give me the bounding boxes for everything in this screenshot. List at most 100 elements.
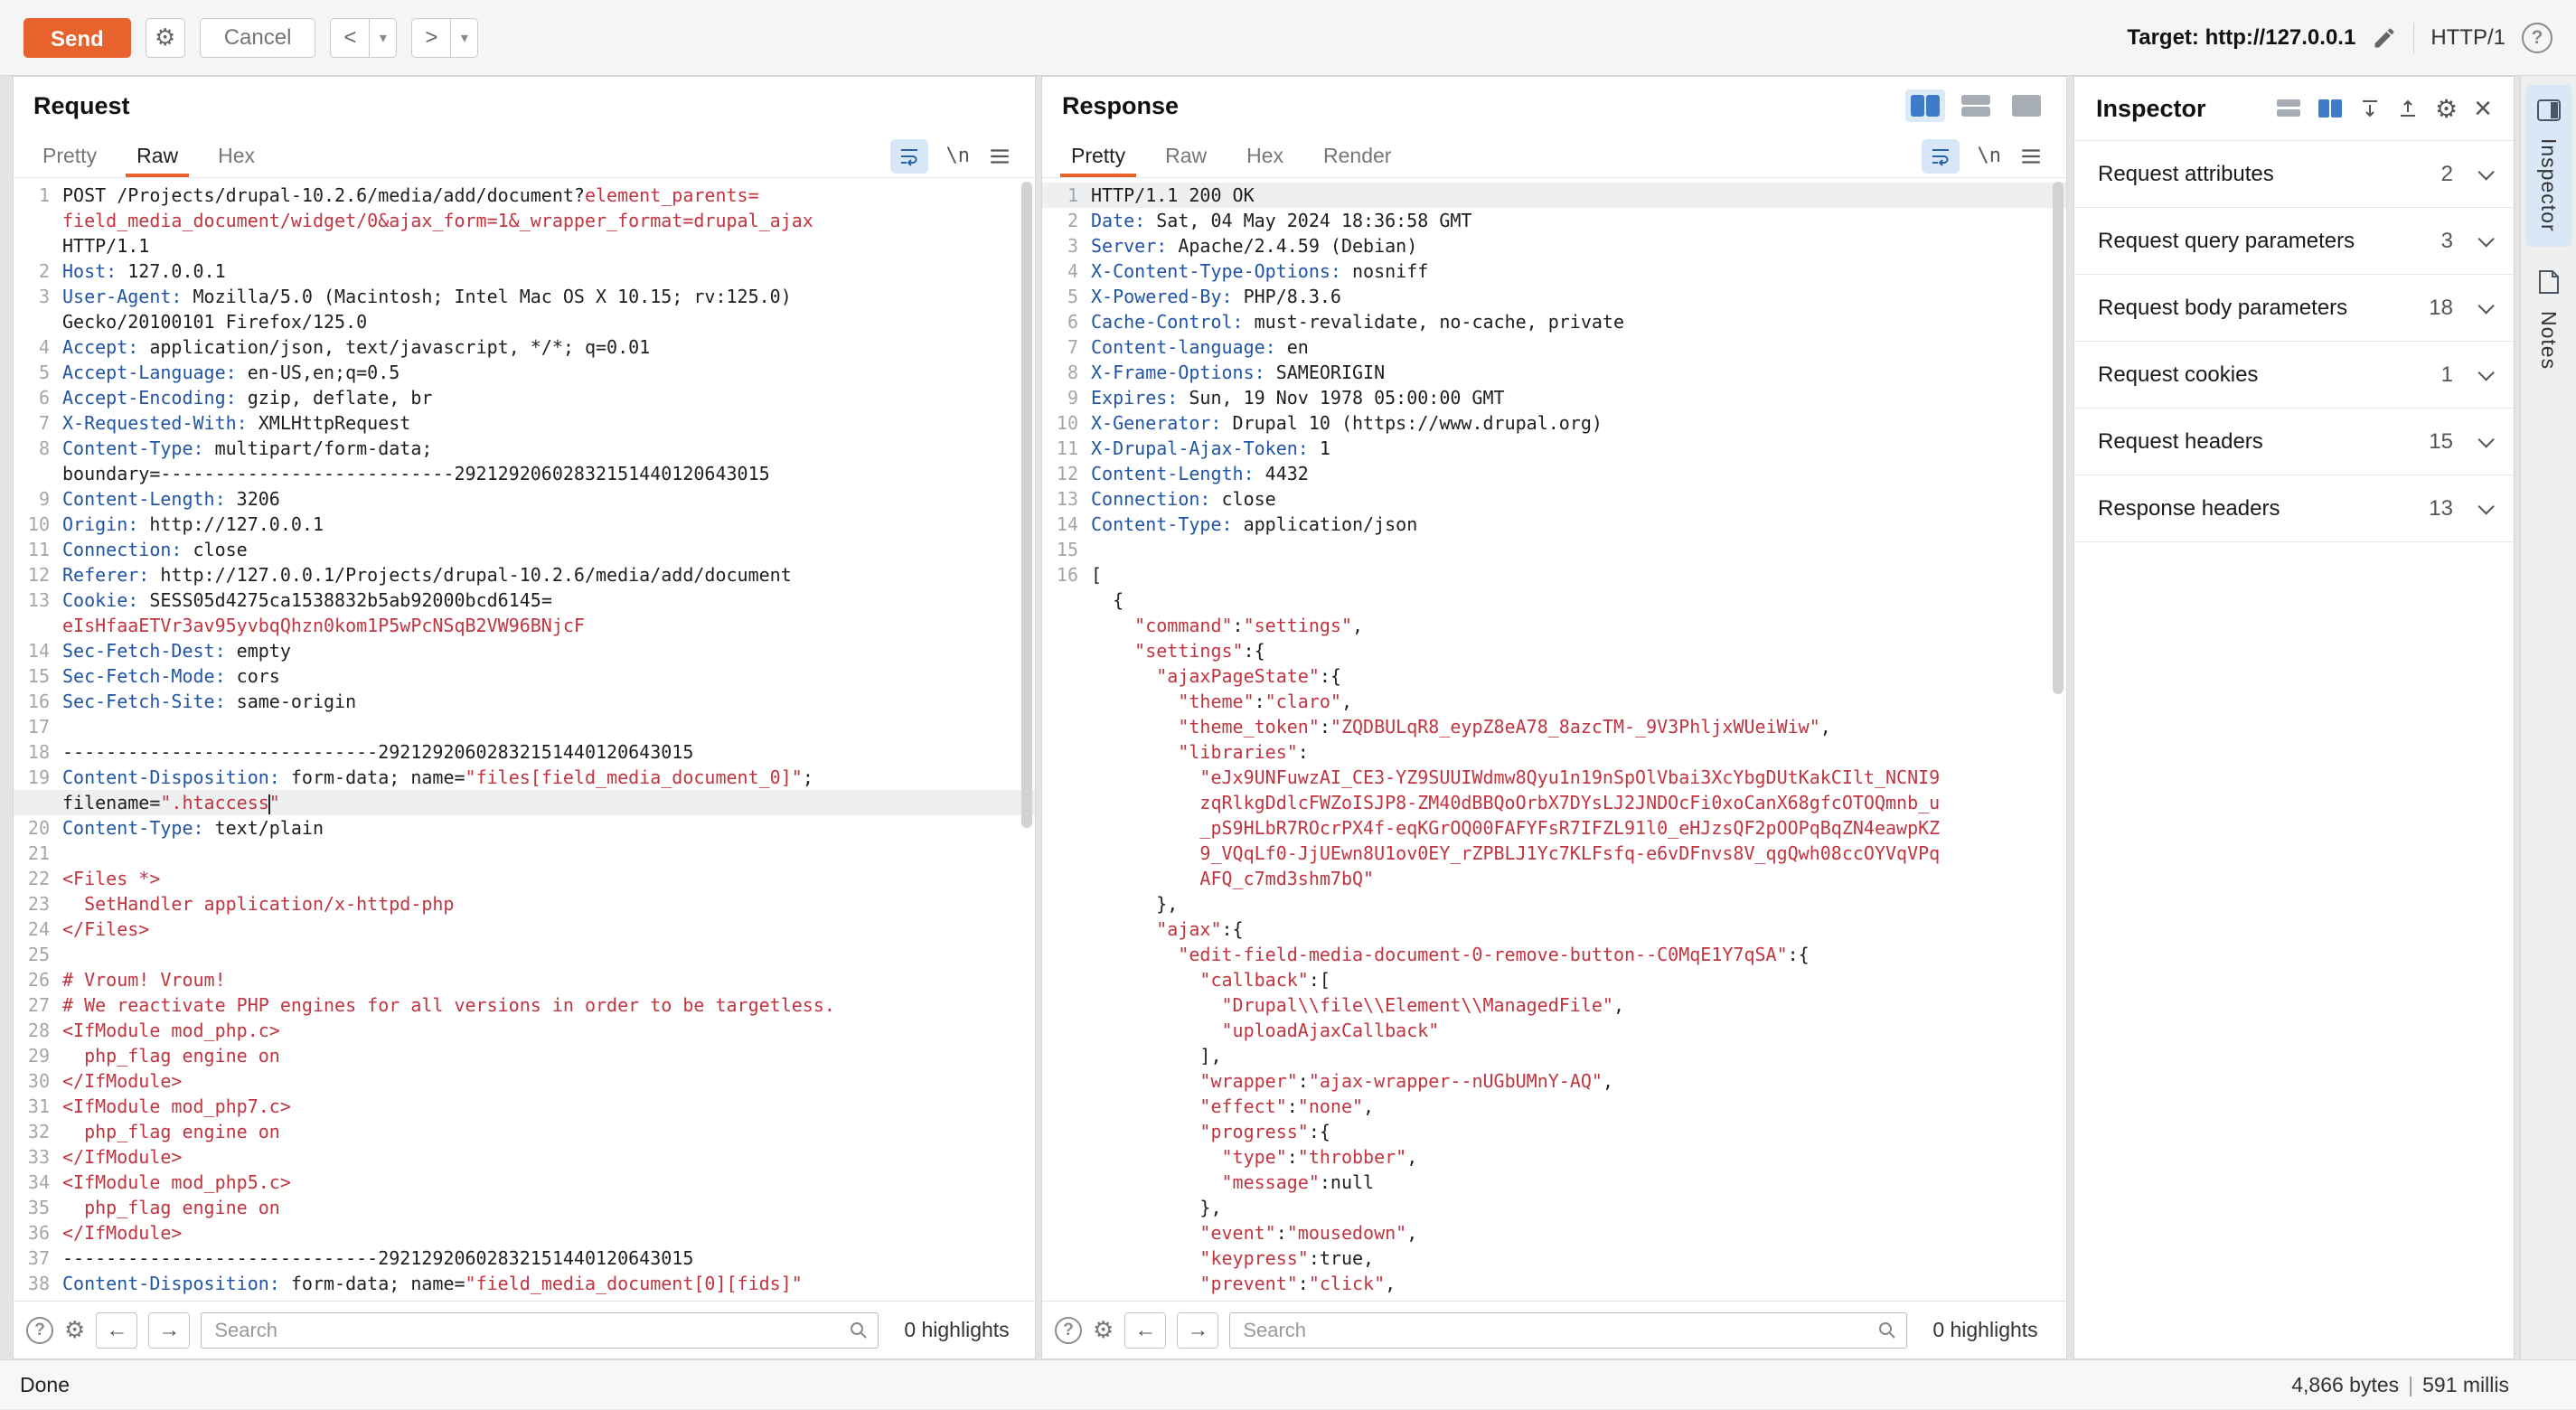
code-line: 13Cookie: SESS05d4275ca1538832b5ab92000b… [14, 588, 1035, 613]
response-tab-hex[interactable]: Hex [1227, 135, 1303, 177]
inspector-close-icon[interactable]: × [2474, 93, 2492, 124]
code-text: 9_VQqLf0-JjUEwn8U1ov0EY_rZPBLJ1Yc7KLFsfq… [1091, 841, 1940, 866]
search-help-icon[interactable]: ? [1055, 1317, 1082, 1344]
line-number [1042, 1170, 1091, 1195]
inspector-section-request-attributes[interactable]: Request attributes2 [2074, 141, 2514, 208]
code-line: 3User-Agent: Mozilla/5.0 (Macintosh; Int… [14, 284, 1035, 309]
collapse-all-icon[interactable] [2397, 98, 2419, 119]
side-tab-label: Inspector [2536, 138, 2561, 232]
code-text: X-Requested-With: XMLHttpRequest [62, 410, 410, 436]
code-text: X-Content-Type-Options: nosniff [1091, 258, 1428, 284]
editor-menu-icon[interactable] [2019, 145, 2043, 168]
code-text: </IfModule> [62, 1144, 182, 1170]
request-tab-pretty[interactable]: Pretty [23, 135, 117, 177]
line-number [1042, 1246, 1091, 1271]
help-icon[interactable]: ? [2522, 23, 2552, 53]
history-back-button[interactable]: < [330, 18, 370, 58]
line-number: 2 [1042, 208, 1091, 233]
inspector-layout-rows-icon[interactable] [2276, 99, 2301, 118]
line-number [1042, 815, 1091, 841]
code-text: # Vroum! Vroum! [62, 967, 226, 992]
line-number [1042, 942, 1091, 967]
code-text: "progress":{ [1091, 1119, 1330, 1144]
history-forward-button[interactable]: > [411, 18, 451, 58]
history-back-dropdown[interactable]: ▾ [370, 18, 397, 58]
line-number: 14 [1042, 512, 1091, 537]
line-number: 10 [1042, 410, 1091, 436]
line-number [1042, 866, 1091, 891]
inspector-section-request-cookies[interactable]: Request cookies1 [2074, 342, 2514, 409]
line-number [1042, 916, 1091, 942]
side-tab-notes[interactable]: Notes [2525, 256, 2572, 384]
response-scrollbar[interactable] [2053, 182, 2064, 1295]
code-line: 6Cache-Control: must-revalidate, no-cach… [1042, 309, 2066, 334]
response-tab-render[interactable]: Render [1303, 135, 1411, 177]
send-settings-button[interactable]: ⚙ [146, 18, 185, 58]
code-line: 8X-Frame-Options: SAMEORIGIN [1042, 360, 2066, 385]
code-line: zqRlkgDdlcFWZoISJP8-ZM40dBBQoOrbX7DYsLJ2… [1042, 790, 2066, 815]
editor-menu-icon[interactable] [988, 145, 1011, 168]
search-settings-icon[interactable]: ⚙ [64, 1316, 85, 1344]
side-tab-inspector[interactable]: Inspector [2525, 85, 2572, 247]
request-scrollbar[interactable] [1021, 182, 1032, 1295]
code-line: 10Origin: http://127.0.0.1 [14, 512, 1035, 537]
line-number: 6 [1042, 309, 1091, 334]
request-search-input[interactable] [201, 1312, 879, 1349]
send-button[interactable]: Send [24, 18, 131, 58]
inspector-settings-icon[interactable]: ⚙ [2435, 94, 2458, 124]
line-number: 29 [14, 1043, 62, 1068]
section-label: Response headers [2098, 496, 2280, 522]
code-line: }, [1042, 891, 2066, 916]
search-next-button[interactable]: → [148, 1312, 190, 1349]
code-line: 18-----------------------------292129206… [14, 739, 1035, 765]
response-tab-pretty[interactable]: Pretty [1051, 135, 1145, 177]
search-help-icon[interactable]: ? [26, 1317, 53, 1344]
cancel-button[interactable]: Cancel [200, 18, 316, 58]
code-text: </IfModule> [62, 1068, 182, 1094]
request-tab-hex[interactable]: Hex [198, 135, 275, 177]
code-line: }, [1042, 1195, 2066, 1220]
history-forward-group: > ▾ [411, 18, 478, 58]
code-line: 25 [14, 942, 1035, 967]
inspector-section-response-headers[interactable]: Response headers13 [2074, 475, 2514, 542]
code-line: "message":null [1042, 1170, 2066, 1195]
word-wrap-toggle[interactable] [1922, 139, 1960, 174]
response-editor[interactable]: 1HTTP/1.1 200 OK2Date: Sat, 04 May 2024 … [1042, 178, 2066, 1301]
line-number: 24 [14, 916, 62, 942]
code-line: 30</IfModule> [14, 1068, 1035, 1094]
inspector-layout-columns-icon[interactable] [2317, 99, 2343, 118]
inspector-section-request-headers[interactable]: Request headers15 [2074, 409, 2514, 475]
response-search-input[interactable] [1229, 1312, 1907, 1349]
top-toolbar: Send ⚙ Cancel < ▾ > ▾ Target: http://127… [0, 0, 2576, 76]
history-forward-dropdown[interactable]: ▾ [451, 18, 478, 58]
word-wrap-toggle[interactable] [890, 139, 928, 174]
inspector-section-request-body-parameters[interactable]: Request body parameters18 [2074, 275, 2514, 342]
code-text: "callback":[ [1091, 967, 1330, 992]
line-number: 21 [14, 841, 62, 866]
code-line: 20Content-Type: text/plain [14, 815, 1035, 841]
search-settings-icon[interactable]: ⚙ [1093, 1316, 1114, 1344]
request-editor[interactable]: 1POST /Projects/drupal-10.2.6/media/add/… [14, 178, 1035, 1301]
edit-target-icon[interactable] [2372, 25, 2397, 51]
search-prev-button[interactable]: ← [1124, 1312, 1166, 1349]
show-newlines-toggle[interactable]: \n [946, 145, 971, 167]
code-text: Accept-Language: en-US,en;q=0.5 [62, 360, 400, 385]
layout-columns-button[interactable] [1905, 89, 1945, 122]
expand-all-icon[interactable] [2359, 98, 2381, 119]
http-version-label: HTTP/1 [2430, 25, 2505, 51]
search-next-button[interactable]: → [1177, 1312, 1218, 1349]
inspector-section-request-query-parameters[interactable]: Request query parameters3 [2074, 208, 2514, 275]
layout-rows-button[interactable] [1956, 89, 1996, 122]
line-number: 37 [14, 1246, 62, 1271]
layout-single-button[interactable] [2007, 89, 2046, 122]
chevron-down-icon [2477, 431, 2494, 447]
line-number: 28 [14, 1018, 62, 1043]
request-tab-raw[interactable]: Raw [117, 135, 198, 177]
response-tab-raw[interactable]: Raw [1145, 135, 1227, 177]
code-line: "type":"throbber", [1042, 1144, 2066, 1170]
code-line: 15Sec-Fetch-Mode: cors [14, 663, 1035, 689]
line-number: 11 [14, 537, 62, 562]
show-newlines-toggle[interactable]: \n [1978, 145, 2002, 167]
search-prev-button[interactable]: ← [96, 1312, 137, 1349]
code-line: 15 [1042, 537, 2066, 562]
